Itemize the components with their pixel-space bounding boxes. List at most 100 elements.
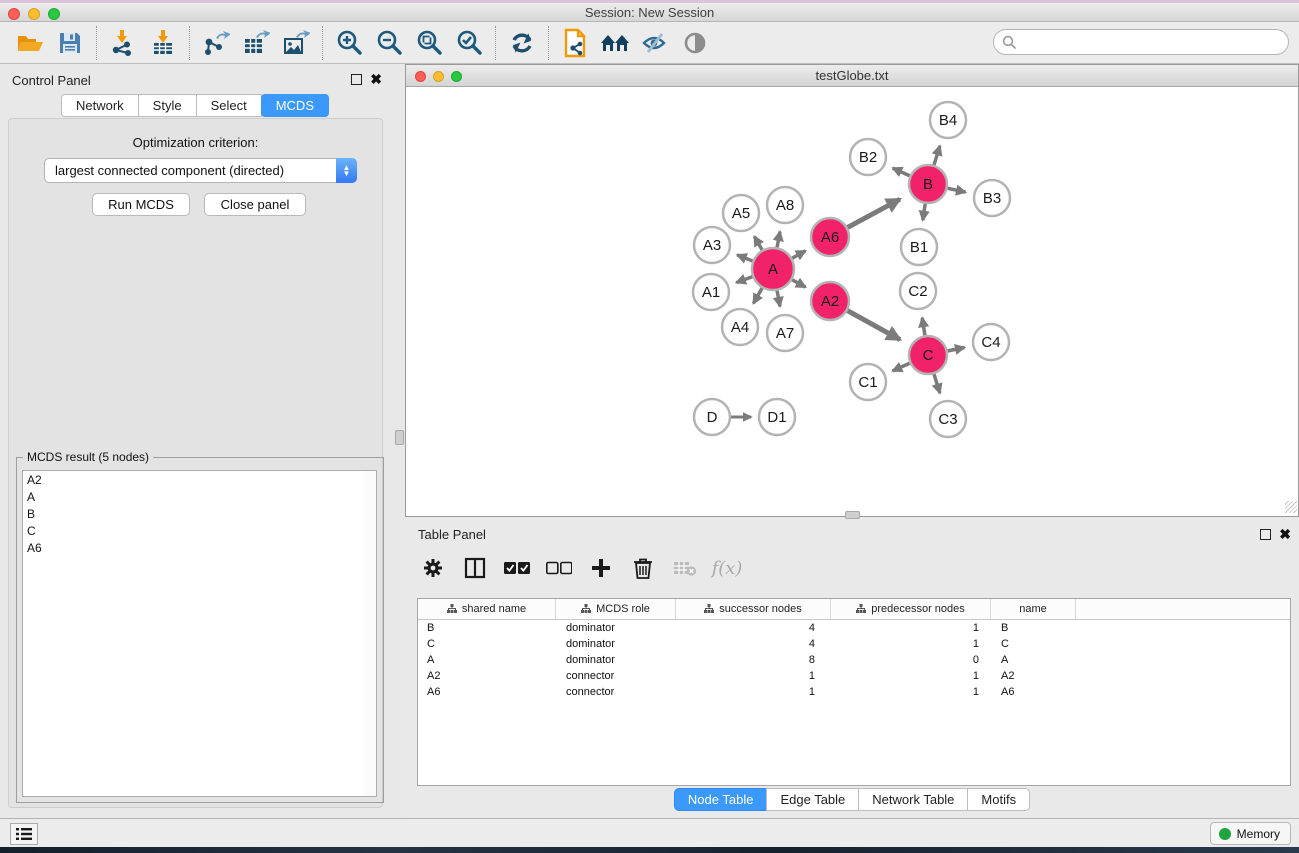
mcds-result-item[interactable]: A xyxy=(23,488,365,505)
network-edge[interactable] xyxy=(736,276,754,283)
tab-edge-table[interactable]: Edge Table xyxy=(766,788,859,811)
result-scrollbar[interactable] xyxy=(364,470,377,797)
network-node[interactable]: C3 xyxy=(930,401,966,437)
network-edge[interactable] xyxy=(846,199,900,228)
tab-select[interactable]: Select xyxy=(196,94,262,117)
network-node[interactable]: A xyxy=(752,248,794,290)
network-edge[interactable] xyxy=(754,237,763,252)
network-edge[interactable] xyxy=(946,348,965,352)
network-edge[interactable] xyxy=(923,202,926,220)
mcds-result-list[interactable]: A2ABCA6 xyxy=(22,470,366,797)
network-edge[interactable] xyxy=(777,232,780,250)
network-node[interactable]: A1 xyxy=(693,274,729,310)
export-image-button[interactable] xyxy=(276,25,316,61)
tab-network[interactable]: Network xyxy=(61,94,139,117)
network-node[interactable]: A4 xyxy=(722,309,758,345)
hide-graphics-details-button[interactable] xyxy=(635,25,675,61)
delete-column-button[interactable] xyxy=(627,553,659,583)
resize-grip-icon[interactable] xyxy=(1285,501,1297,513)
mcds-result-item[interactable]: A6 xyxy=(23,539,365,556)
network-edge[interactable] xyxy=(946,188,966,192)
maximize-network-button[interactable] xyxy=(451,71,462,82)
table-row[interactable]: A2connector11A2 xyxy=(418,668,1290,684)
network-node[interactable]: A2 xyxy=(811,282,849,320)
network-node[interactable]: D1 xyxy=(759,399,795,435)
close-network-button[interactable] xyxy=(415,71,426,82)
maximize-window-button[interactable] xyxy=(48,8,60,20)
network-canvas[interactable]: AA6A2BCA5A8A3A1A4A7B4B2B3B1C2C4C1C3DD1 xyxy=(406,87,1298,512)
run-mcds-button[interactable]: Run MCDS xyxy=(92,193,190,216)
refresh-button[interactable] xyxy=(502,25,542,61)
network-edge[interactable] xyxy=(790,251,805,259)
network-node[interactable]: A3 xyxy=(694,227,730,263)
show-graphics-details-button[interactable] xyxy=(675,25,715,61)
criterion-dropdown[interactable]: largest connected component (directed) ▲… xyxy=(44,158,357,183)
network-edge[interactable] xyxy=(790,279,805,287)
vertical-split-handle[interactable] xyxy=(395,430,404,445)
column-header-successor-nodes[interactable]: successor nodes xyxy=(676,599,831,619)
tab-style[interactable]: Style xyxy=(138,94,197,117)
network-edge[interactable] xyxy=(737,255,754,262)
export-table-button[interactable] xyxy=(236,25,276,61)
tab-node-table[interactable]: Node Table xyxy=(674,788,768,811)
select-all-columns-button[interactable] xyxy=(501,553,533,583)
tab-network-table[interactable]: Network Table xyxy=(858,788,968,811)
close-panel-button[interactable]: Close panel xyxy=(204,193,306,216)
zoom-fit-button[interactable] xyxy=(409,25,449,61)
network-node[interactable]: C4 xyxy=(973,324,1009,360)
network-node[interactable]: C2 xyxy=(900,273,936,309)
horizontal-split-handle[interactable] xyxy=(845,511,860,519)
zoom-in-button[interactable] xyxy=(329,25,369,61)
network-edge[interactable] xyxy=(933,146,940,167)
network-node[interactable]: B xyxy=(909,165,947,203)
import-network-button[interactable] xyxy=(103,25,143,61)
column-header-name[interactable]: name xyxy=(991,599,1076,619)
network-window-titlebar[interactable]: testGlobe.txt xyxy=(406,65,1298,87)
table-row[interactable]: Bdominator41B xyxy=(418,620,1290,636)
network-edge[interactable] xyxy=(753,286,763,303)
minimize-window-button[interactable] xyxy=(28,8,40,20)
network-node[interactable]: C1 xyxy=(850,364,886,400)
network-node[interactable]: B2 xyxy=(850,139,886,175)
network-from-document-button[interactable] xyxy=(555,25,595,61)
show-columns-button[interactable] xyxy=(459,553,491,583)
zoom-out-button[interactable] xyxy=(369,25,409,61)
table-row[interactable]: Cdominator41C xyxy=(418,636,1290,652)
network-edge[interactable] xyxy=(846,310,900,340)
network-edge[interactable] xyxy=(933,372,940,393)
network-node[interactable]: A5 xyxy=(723,195,759,231)
search-input[interactable] xyxy=(993,29,1289,55)
close-window-button[interactable] xyxy=(8,8,20,20)
unselect-all-columns-button[interactable] xyxy=(543,553,575,583)
network-node[interactable]: C xyxy=(909,336,947,374)
network-node[interactable]: B1 xyxy=(901,229,937,265)
network-edge[interactable] xyxy=(893,168,912,177)
save-session-button[interactable] xyxy=(50,25,90,61)
home-button[interactable] xyxy=(595,25,635,61)
network-node[interactable]: D xyxy=(694,399,730,435)
delete-table-button[interactable] xyxy=(669,553,701,583)
minimize-network-button[interactable] xyxy=(433,71,444,82)
network-node[interactable]: A6 xyxy=(811,218,849,256)
task-history-button[interactable] xyxy=(10,823,38,845)
node-table[interactable]: shared nameMCDS rolesuccessor nodesprede… xyxy=(417,598,1291,786)
function-builder-button[interactable]: f(x) xyxy=(711,553,743,583)
column-header-shared-name[interactable]: shared name xyxy=(418,599,556,619)
table-settings-button[interactable] xyxy=(417,553,449,583)
open-session-button[interactable] xyxy=(10,25,50,61)
network-node[interactable]: B3 xyxy=(974,180,1010,216)
table-row[interactable]: Adominator80A xyxy=(418,652,1290,668)
import-table-button[interactable] xyxy=(143,25,183,61)
tab-motifs[interactable]: Motifs xyxy=(967,788,1030,811)
column-header-predecessor-nodes[interactable]: predecessor nodes xyxy=(831,599,991,619)
float-table-panel-icon[interactable] xyxy=(1260,529,1271,540)
close-table-panel-icon[interactable]: ✖ xyxy=(1279,529,1291,540)
network-node[interactable]: B4 xyxy=(930,102,966,138)
mcds-result-item[interactable]: A2 xyxy=(23,471,365,488)
create-column-button[interactable] xyxy=(585,553,617,583)
zoom-selected-button[interactable] xyxy=(449,25,489,61)
column-header-MCDS-role[interactable]: MCDS role xyxy=(556,599,676,619)
mcds-result-item[interactable]: C xyxy=(23,522,365,539)
export-network-button[interactable] xyxy=(196,25,236,61)
close-panel-icon[interactable]: ✖ xyxy=(370,74,382,85)
